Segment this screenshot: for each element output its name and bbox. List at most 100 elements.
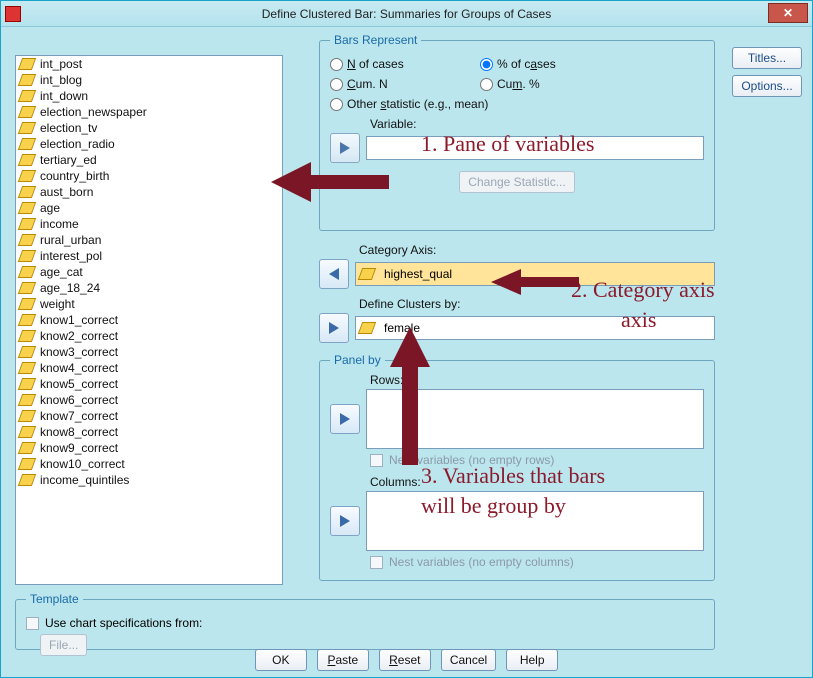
ruler-icon	[358, 268, 376, 280]
rows-field[interactable]	[366, 389, 704, 449]
variable-item[interactable]: age_18_24	[16, 280, 282, 296]
ruler-icon	[18, 314, 36, 326]
variable-item[interactable]: interest_pol	[16, 248, 282, 264]
move-columns-button[interactable]	[330, 506, 360, 536]
reset-button[interactable]: Reset	[379, 649, 431, 671]
variable-item[interactable]: age	[16, 200, 282, 216]
variable-item[interactable]: election_newspaper	[16, 104, 282, 120]
variable-item[interactable]: income_quintiles	[16, 472, 282, 488]
bottom-button-row: OK Paste Reset Cancel Help	[1, 649, 812, 671]
ruler-icon	[18, 186, 36, 198]
nest-columns-checkbox: Nest variables (no empty columns)	[370, 555, 704, 569]
variable-item-label: income	[40, 217, 79, 231]
variable-item-label: int_down	[40, 89, 88, 103]
category-axis-value: highest_qual	[384, 267, 452, 281]
variable-list[interactable]: int_post int_blog int_downelection_newspap…	[15, 55, 283, 585]
ruler-icon	[18, 122, 36, 134]
clusters-field[interactable]: female	[355, 316, 715, 340]
axis-cluster-block: Category Axis: highest_qual Define Clust…	[319, 243, 715, 343]
ruler-icon	[18, 474, 36, 486]
ruler-icon	[18, 218, 36, 230]
paste-button[interactable]: Paste	[317, 649, 369, 671]
variable-item[interactable]: int_post	[16, 56, 282, 72]
ruler-icon	[18, 250, 36, 262]
variable-item-label: know6_correct	[40, 393, 118, 407]
variable-item-label: know4_correct	[40, 361, 118, 375]
variable-item-label: interest_pol	[40, 249, 102, 263]
variable-item-label: know5_correct	[40, 377, 118, 391]
variable-item-label: int_post	[40, 57, 82, 71]
variable-item-label: weight	[40, 297, 75, 311]
variable-item[interactable]: tertiary_ed	[16, 152, 282, 168]
radio-n-of-cases[interactable]: N of cases	[330, 57, 480, 71]
ruler-icon	[18, 330, 36, 342]
variable-item[interactable]: know4_correct	[16, 360, 282, 376]
variable-item[interactable]: int_down	[16, 88, 282, 104]
titles-button[interactable]: Titles...	[732, 47, 802, 69]
variable-item[interactable]: know7_correct	[16, 408, 282, 424]
radio-pct-of-cases[interactable]: % of cases	[480, 57, 630, 71]
ruler-icon	[18, 106, 36, 118]
ruler-icon	[18, 458, 36, 470]
panel-by-legend: Panel by	[330, 353, 385, 367]
change-statistic-button: Change Statistic...	[459, 171, 574, 193]
variable-item[interactable]: income	[16, 216, 282, 232]
variable-item[interactable]: country_birth	[16, 168, 282, 184]
ruler-icon	[18, 410, 36, 422]
window-title: Define Clustered Bar: Summaries for Grou…	[1, 7, 812, 21]
options-button[interactable]: Options...	[732, 75, 802, 97]
variable-item[interactable]: rural_urban	[16, 232, 282, 248]
radio-cum-n[interactable]: Cum. N	[330, 77, 480, 91]
panel-by-group: Panel by Rows: Nest variables (no empty …	[319, 353, 715, 581]
variable-item[interactable]: election_tv	[16, 120, 282, 136]
variable-item[interactable]: age_cat	[16, 264, 282, 280]
radio-cum-pct[interactable]: Cum. %	[480, 77, 630, 91]
variable-item[interactable]: weight	[16, 296, 282, 312]
variable-item-label: int_blog	[40, 73, 82, 87]
variable-item[interactable]: aust_born	[16, 184, 282, 200]
close-button[interactable]: ✕	[768, 3, 808, 23]
variable-item[interactable]: know8_correct	[16, 424, 282, 440]
use-template-checkbox[interactable]	[26, 617, 39, 630]
app-icon	[5, 6, 21, 22]
ruler-icon	[18, 442, 36, 454]
variable-item[interactable]: know3_correct	[16, 344, 282, 360]
dialog-content: Titles... Options... int_postint_blogint…	[1, 27, 812, 677]
variable-item-label: election_tv	[40, 121, 97, 135]
category-axis-label: Category Axis:	[359, 243, 715, 257]
template-legend: Template	[26, 592, 83, 606]
ruler-icon	[18, 90, 36, 102]
ruler-icon	[18, 282, 36, 294]
variable-item[interactable]: know6_correct	[16, 392, 282, 408]
variable-item[interactable]: int_blog	[16, 72, 282, 88]
variable-item[interactable]: election_radio	[16, 136, 282, 152]
ruler-icon	[18, 298, 36, 310]
help-button[interactable]: Help	[506, 649, 558, 671]
variable-item-label: know7_correct	[40, 409, 118, 423]
columns-field[interactable]	[366, 491, 704, 551]
radio-other-statistic[interactable]: Other statistic (e.g., mean)	[330, 97, 630, 111]
clusters-value: female	[384, 321, 420, 335]
ok-button[interactable]: OK	[255, 649, 307, 671]
move-rows-button[interactable]	[330, 404, 360, 434]
variable-item[interactable]: know1_correct	[16, 312, 282, 328]
ruler-icon	[18, 154, 36, 166]
variable-field[interactable]	[366, 136, 704, 160]
cancel-button[interactable]: Cancel	[441, 649, 496, 671]
ruler-icon	[18, 362, 36, 374]
move-variable-button	[330, 133, 360, 163]
move-clusters-button[interactable]	[319, 313, 349, 343]
bars-represent-group: Bars Represent N of cases % of cases Cum…	[319, 33, 715, 231]
ruler-icon	[358, 322, 376, 334]
variable-item-label: tertiary_ed	[40, 153, 97, 167]
variable-item-label: know3_correct	[40, 345, 118, 359]
variable-item[interactable]: know2_correct	[16, 328, 282, 344]
right-button-stack: Titles... Options...	[732, 47, 802, 97]
move-category-axis-button[interactable]	[319, 259, 349, 289]
variable-item-label: know10_correct	[40, 457, 125, 471]
ruler-icon	[18, 426, 36, 438]
variable-item[interactable]: know9_correct	[16, 440, 282, 456]
category-axis-field[interactable]: highest_qual	[355, 262, 715, 286]
variable-item[interactable]: know10_correct	[16, 456, 282, 472]
variable-item[interactable]: know5_correct	[16, 376, 282, 392]
